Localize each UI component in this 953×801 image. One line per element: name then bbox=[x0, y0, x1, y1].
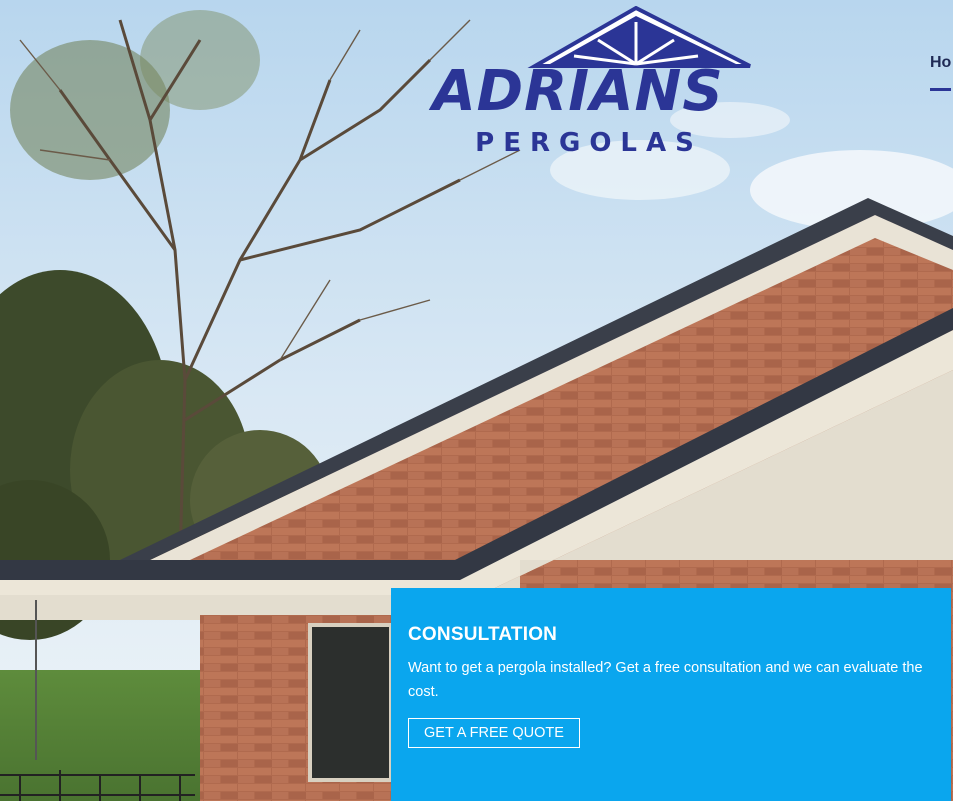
nav-item-home[interactable]: Ho bbox=[930, 54, 952, 91]
consultation-title: CONSULTATION bbox=[408, 624, 558, 645]
logo-tagline: PERGOLAS bbox=[475, 128, 703, 158]
site-logo[interactable]: ADRIANS PERGOLAS bbox=[398, 6, 758, 162]
free-quote-button[interactable]: GET A FREE QUOTE bbox=[408, 718, 580, 748]
page: ADRIANS PERGOLAS Ho CONSULTATION Want to… bbox=[0, 0, 953, 801]
consultation-description: Want to get a pergola installed? Get a f… bbox=[408, 660, 923, 700]
main-navigation: Ho bbox=[930, 54, 952, 98]
consultation-card: CONSULTATION Want to get a pergola insta… bbox=[391, 588, 951, 801]
logo-wordmark: ADRIANS bbox=[432, 59, 724, 124]
